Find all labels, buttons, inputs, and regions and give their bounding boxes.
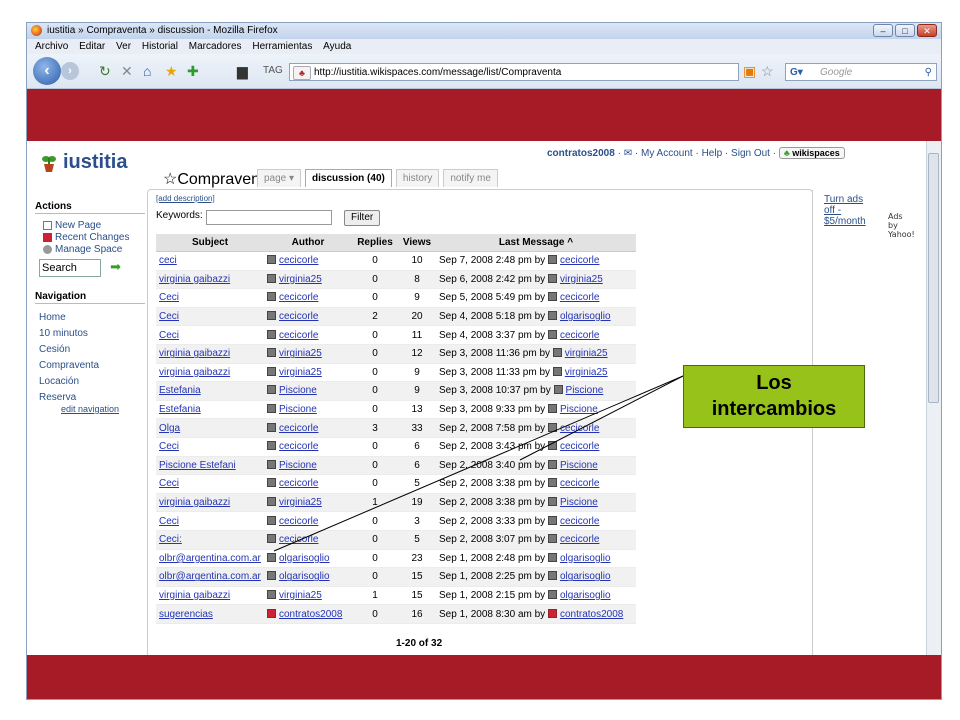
callout-lines <box>273 375 684 552</box>
callout-line-1: Los <box>756 372 792 394</box>
callout-line-2: intercambios <box>711 398 837 420</box>
callout-box: Los intercambios <box>683 365 865 428</box>
